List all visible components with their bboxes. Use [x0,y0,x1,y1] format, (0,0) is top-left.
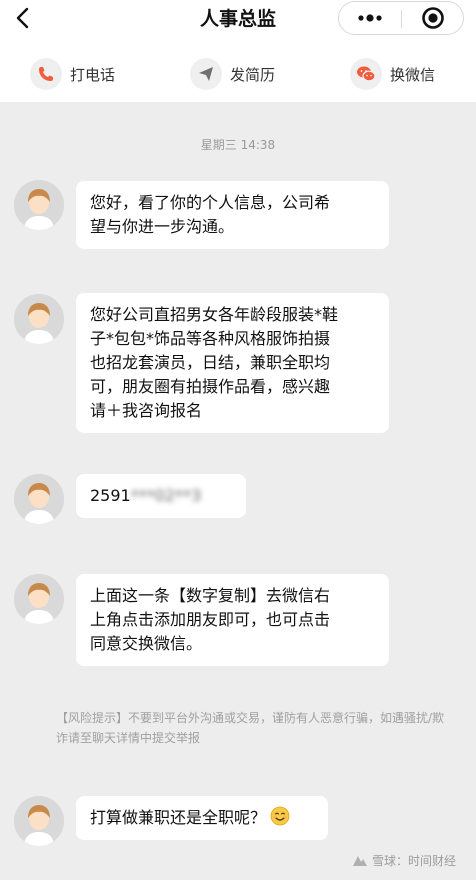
wechat-icon [350,58,382,90]
avatar[interactable] [14,180,64,230]
message-line: 望与你进一步沟通。 [90,217,235,236]
more-button[interactable] [339,2,401,34]
avatar-icon [14,796,64,846]
call-button[interactable]: 打电话 [30,54,115,94]
avatar[interactable] [14,474,64,524]
message-text: 打算做兼职还是全职呢？ [90,808,267,827]
chat-timestamp: 星期三 14:38 [200,138,276,152]
watermark: 雪球：时间财经 [352,852,456,869]
message-bubble: 您好公司直招男女各年龄段服装*鞋 子*包包*饰品等各种风格服饰拍摄 也招龙套演员… [76,293,389,433]
avatar[interactable] [14,574,64,624]
message-line: 子*包包*饰品等各种风格服饰拍摄 [90,329,331,348]
exchange-wechat-label: 换微信 [390,65,436,84]
message-line: 可，朋友圈有拍摄作品看，感兴趣 [90,377,331,396]
phone-icon [30,58,62,90]
message-number-visible: 2591 [90,486,131,505]
message-line: 您好，看了你的个人信息，公司希 [90,193,331,212]
action-bar: 打电话 发简历 换微信 [0,54,476,94]
exchange-wechat-button[interactable]: 换微信 [350,54,435,94]
more-dots-icon [358,14,382,22]
risk-notice: 【风险提示】不要到平台外沟通或交易，谨防有人恶意行骗，如遇骚扰/欺诈请至聊天详情… [56,711,445,745]
avatar-icon [14,294,64,344]
avatar-icon [14,574,64,624]
message-line: 您好公司直招男女各年龄段服装*鞋 [90,305,339,324]
avatar-icon [14,180,64,230]
message-line: 上角点击添加朋友即可，也可点击 [90,610,331,629]
call-label: 打电话 [70,65,116,84]
avatar[interactable] [14,796,64,846]
message-bubble: 上面这一条【数字复制】去微信右 上角点击添加朋友即可，也可点击 同意交换微信。 [76,574,389,666]
avatar-icon [14,474,64,524]
target-close-icon [422,7,444,29]
close-button[interactable] [402,2,464,34]
avatar[interactable] [14,294,64,344]
message-number-blurred: ***02**3 [130,486,202,505]
top-bar: 人事总监 打电话 发简历 换微信 [0,0,476,102]
smile-emoji-icon [270,806,290,826]
message-bubble-number: 2591***02**3 [76,474,246,518]
message-bubble: 打算做兼职还是全职呢？ [76,796,328,840]
message-line: 也招龙套演员，日结，兼职全职均 [90,353,331,372]
watermark-text: 雪球：时间财经 [372,854,457,868]
send-icon [190,58,222,90]
send-resume-label: 发简历 [230,65,276,84]
message-line: 同意交换微信。 [90,634,203,653]
message-bubble: 您好，看了你的个人信息，公司希 望与你进一步沟通。 [76,181,389,249]
miniprogram-capsule [338,1,464,35]
snowball-logo-icon [353,855,367,866]
message-line: 请＋我咨询报名 [90,401,203,420]
message-line: 上面这一条【数字复制】去微信右 [90,586,331,605]
send-resume-button[interactable]: 发简历 [190,54,275,94]
